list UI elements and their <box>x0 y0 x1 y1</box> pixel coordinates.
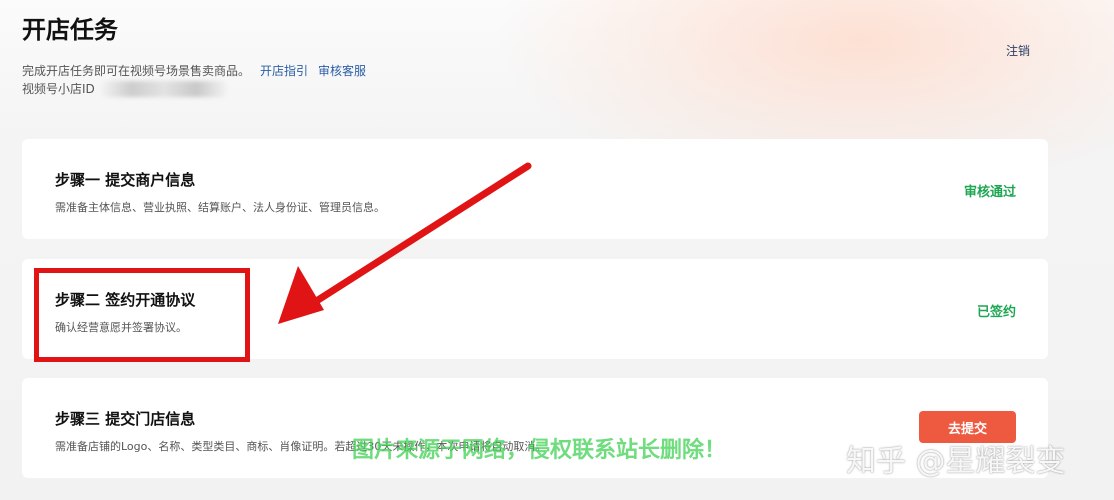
page-title: 开店任务 <box>22 16 118 44</box>
zhihu-watermark: 知乎 @星耀裂变 <box>846 444 1066 479</box>
source-watermark: 图片来源于网络，侵权联系站长删除！ <box>352 438 727 463</box>
step-1-title: 步骤一 提交商户信息 <box>55 171 196 189</box>
step-2-status: 已签约 <box>976 305 1016 320</box>
step-1-status: 审核通过 <box>963 185 1016 200</box>
page-header: 开店任务 完成开店任务即可在视频号场景售卖商品。 开店指引 审核客服 视频号小店ID… <box>22 10 1082 120</box>
step-card-1: 步骤一 提交商户信息 需准备主体信息、营业执照、结算账户、法人身份证、管理员信息… <box>22 139 1048 239</box>
page-subtitle: 完成开店任务即可在视频号场景售卖商品。 开店指引 审核客服 <box>22 62 366 79</box>
guide-link[interactable]: 开店指引 <box>260 64 308 78</box>
subtitle-text: 完成开店任务即可在视频号场景售卖商品。 <box>22 64 251 78</box>
annotation-highlight-box <box>34 268 250 362</box>
step-1-desc: 需准备主体信息、营业执照、结算账户、法人身份证、管理员信息。 <box>55 201 385 214</box>
logout-link[interactable]: 注销 <box>1006 42 1030 59</box>
blurred-shop-id <box>98 80 229 97</box>
shop-id-row: 视频号小店ID <box>22 80 229 97</box>
step-3-title: 步骤三 提交门店信息 <box>55 410 196 428</box>
shop-id-label: 视频号小店ID <box>22 82 95 96</box>
support-link[interactable]: 审核客服 <box>318 64 366 78</box>
